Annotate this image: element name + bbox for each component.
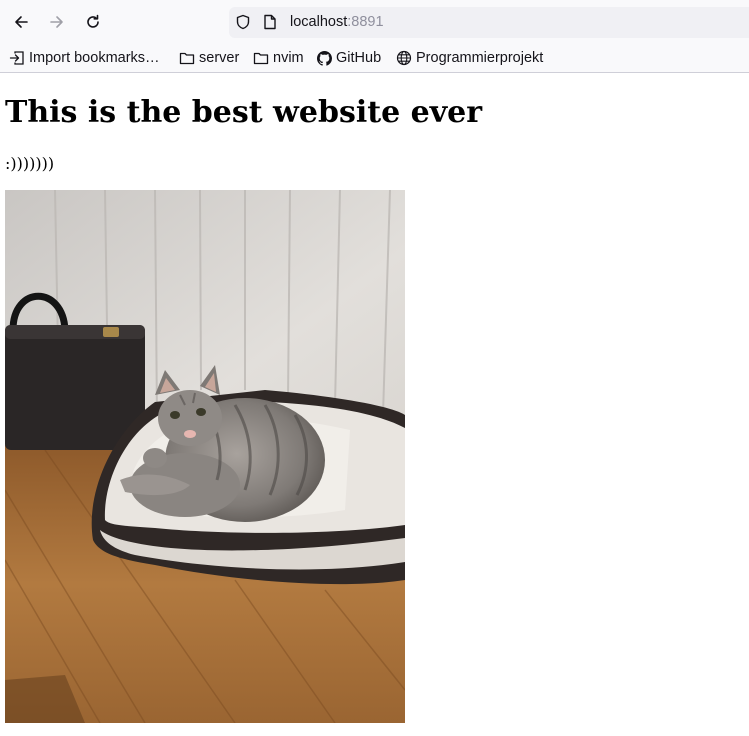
- page-icon[interactable]: [263, 14, 277, 30]
- cat-photo: [5, 190, 405, 723]
- bookmark-label: GitHub: [336, 50, 382, 66]
- page-heading: This is the best website ever: [5, 95, 483, 130]
- bookmark-label: server: [199, 50, 240, 66]
- arrow-left-icon: [15, 16, 28, 28]
- globe-icon: [396, 50, 412, 66]
- bookmarks-toolbar: Import bookmarks… server nvim GitHub Pro…: [0, 44, 749, 73]
- browser-toolbar: localhost:8891: [0, 0, 749, 44]
- bookmark-label: nvim: [273, 50, 304, 66]
- address-bar[interactable]: localhost:8891: [229, 7, 749, 38]
- bookmark-programmierprojekt[interactable]: Programmierprojekt: [396, 48, 543, 68]
- reload-icon: [87, 14, 99, 28]
- url-port: :8891: [347, 14, 384, 30]
- folder-icon: [179, 52, 195, 65]
- bookmark-import[interactable]: Import bookmarks…: [9, 48, 160, 68]
- folder-icon: [253, 52, 269, 65]
- forward-button[interactable]: [43, 8, 71, 36]
- bookmark-label: Programmierprojekt: [416, 50, 544, 66]
- arrow-right-icon: [50, 16, 63, 28]
- url-host: localhost: [290, 14, 348, 30]
- bookmark-nvim[interactable]: nvim: [253, 48, 304, 68]
- import-icon: [9, 51, 24, 65]
- github-icon: [317, 50, 332, 66]
- page-paragraph: :))))))): [5, 154, 55, 173]
- bookmark-server[interactable]: server: [179, 48, 239, 68]
- bookmark-label: Import bookmarks…: [29, 50, 160, 66]
- back-button[interactable]: [7, 8, 35, 36]
- shield-icon[interactable]: [235, 14, 251, 30]
- bookmark-github[interactable]: GitHub: [317, 48, 381, 68]
- reload-button[interactable]: [79, 8, 107, 36]
- url-text[interactable]: localhost:8891: [290, 13, 384, 32]
